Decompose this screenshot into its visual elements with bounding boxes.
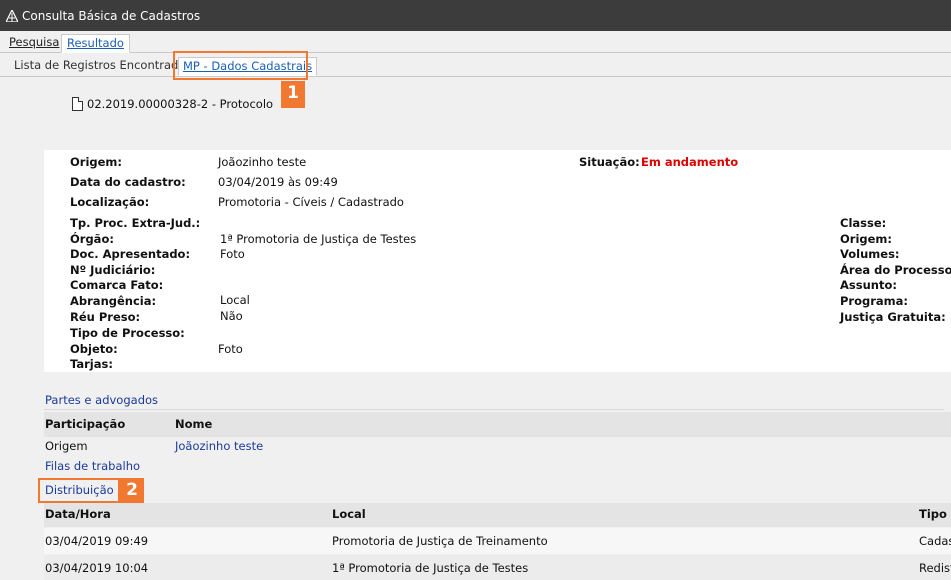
tipo-cell: Redist — [919, 561, 951, 575]
doc-apresentado-label: Doc. Apresentado: — [70, 247, 191, 261]
nome-header: Nome — [175, 417, 213, 431]
objeto-label: Objeto: — [70, 342, 118, 356]
local-cell: 1ª Promotoria de Justiça de Testes — [332, 561, 529, 575]
reu-preso-value: Não — [220, 309, 243, 323]
callout-box-1 — [173, 51, 308, 80]
sub-tab-bar: Lista de Registros Encontrados MP - Dado… — [0, 53, 951, 77]
data-hora-cell: 03/04/2019 09:49 — [45, 534, 149, 548]
orgao-label: Órgão: — [70, 232, 114, 246]
nome-cell-link[interactable]: Joãozinho teste — [175, 437, 263, 455]
document-icon — [72, 97, 83, 111]
tab-pesquisa[interactable]: Pesquisa — [4, 34, 64, 53]
main-tab-bar: Pesquisa Resultado — [0, 31, 951, 53]
num-judiciario-label: Nº Judiciário: — [70, 263, 156, 277]
objeto-value: Foto — [218, 342, 243, 356]
window-title: Consulta Básica de Cadastros — [22, 8, 201, 23]
data-cadastro-value: 03/04/2019 às 09:49 — [218, 175, 338, 189]
origem-value: Joãozinho teste — [218, 155, 307, 169]
classe-label: Classe: — [840, 216, 887, 230]
data-hora-header: Data/Hora — [45, 507, 111, 521]
programa-label: Programa: — [840, 294, 909, 308]
reu-preso-label: Réu Preso: — [70, 310, 141, 324]
tarjas-label: Tarjas: — [70, 357, 113, 371]
details-card: Origem: Joãozinho teste Situação: Em and… — [44, 150, 951, 372]
participacao-cell: Origem — [45, 439, 88, 453]
assunto-label: Assunto: — [840, 278, 897, 292]
participacao-header: Participação — [45, 417, 126, 431]
callout-badge-2: 2 — [120, 478, 144, 504]
tab-pesquisa-label: Pesquisa — [9, 35, 60, 49]
volumes-label: Volumes: — [840, 247, 900, 261]
local-cell: Promotoria de Justiça de Treinamento — [332, 534, 548, 548]
situacao-label: Situação: — [579, 155, 640, 169]
tipo-processo-label: Tipo de Processo: — [70, 326, 185, 340]
tipo-header: Tipo — [919, 507, 947, 521]
subtab-lista-label: Lista de Registros Encontrados — [14, 58, 192, 72]
tp-proc-label: Tp. Proc. Extra-Jud.: — [70, 216, 201, 230]
situacao-value: Em andamento — [641, 155, 739, 169]
localizacao-label: Localização: — [70, 195, 150, 209]
comarca-label: Comarca Fato: — [70, 278, 164, 292]
partes-table-header: Participação Nome — [44, 412, 951, 437]
local-header: Local — [332, 507, 366, 521]
protocol-line: 02.2019.00000328-2 - Protocolo — [72, 97, 273, 111]
title-bar: Consulta Básica de Cadastros — [0, 0, 951, 31]
callout-badge-1: 1 — [281, 81, 305, 108]
area-processo-label: Área do Processo: — [840, 263, 951, 277]
tab-resultado[interactable]: Resultado — [61, 34, 130, 53]
data-cadastro-label: Data do cadastro: — [70, 175, 186, 189]
app-logo-icon — [6, 9, 18, 22]
subtab-lista-registros[interactable]: Lista de Registros Encontrados — [10, 57, 195, 76]
filas-trabalho-link[interactable]: Filas de trabalho — [45, 459, 140, 473]
data-hora-cell: 03/04/2019 10:04 — [45, 561, 149, 575]
protocol-text: 02.2019.00000328-2 - Protocolo — [87, 97, 274, 111]
abrangencia-label: Abrangência: — [70, 294, 157, 308]
doc-apresentado-value: Foto — [220, 247, 245, 261]
orgao-value: 1ª Promotoria de Justiça de Testes — [220, 232, 417, 246]
section-divider — [44, 409, 944, 410]
abrangencia-value: Local — [220, 293, 250, 307]
table-row: 03/04/2019 10:04 1ª Promotoria de Justiç… — [44, 555, 951, 580]
table-row: 03/04/2019 09:49 Promotoria de Justiça d… — [44, 528, 951, 554]
table-row: Origem Joãozinho teste — [44, 437, 951, 458]
origem-right-label: Origem: — [840, 232, 893, 246]
tab-resultado-label: Resultado — [67, 36, 124, 50]
distribuicao-table-header: Data/Hora Local Tipo — [44, 503, 951, 527]
localizacao-value: Promotoria - Cíveis / Cadastrado — [218, 195, 404, 209]
tipo-cell: Cadas — [919, 534, 951, 548]
justica-gratuita-label: Justiça Gratuita: — [840, 310, 946, 324]
origem-label: Origem: — [70, 155, 123, 169]
callout-box-2 — [38, 478, 120, 503]
partes-advogados-link[interactable]: Partes e advogados — [45, 393, 158, 407]
